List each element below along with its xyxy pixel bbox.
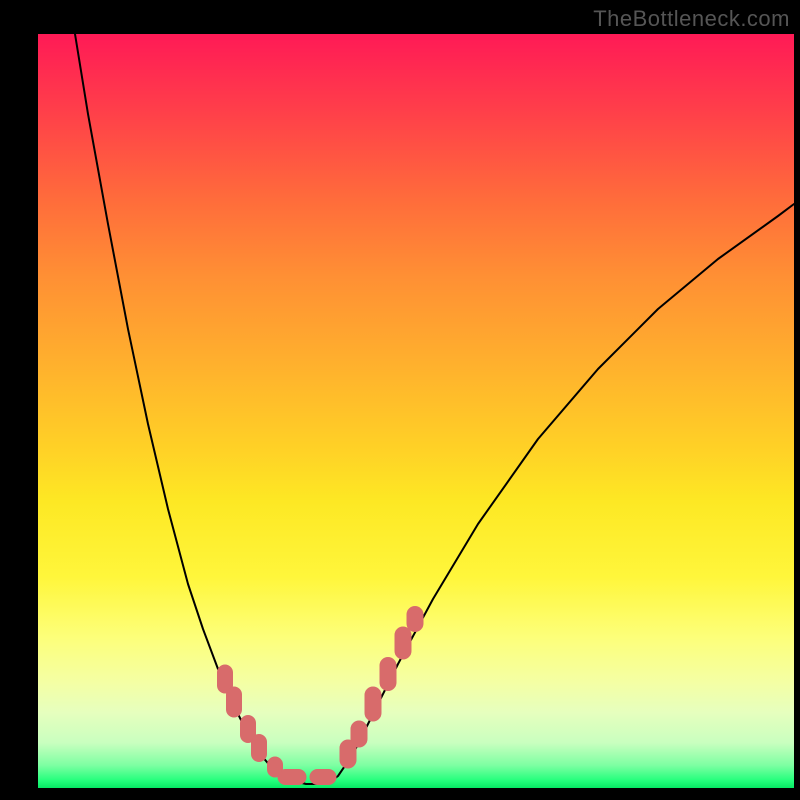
bottleneck-curve	[75, 34, 794, 784]
plot-area	[38, 34, 794, 788]
curve-marker	[351, 721, 367, 747]
chart-stage: TheBottleneck.com	[0, 0, 800, 800]
curve-marker	[395, 627, 411, 659]
chart-svg	[38, 34, 794, 788]
curve-marker	[380, 658, 396, 691]
curve-marker	[365, 687, 381, 721]
marker-layer	[218, 607, 424, 785]
curve-marker	[278, 770, 306, 785]
curve-marker	[310, 770, 336, 785]
watermark-text: TheBottleneck.com	[593, 6, 790, 32]
curve-marker	[227, 687, 242, 717]
curve-marker	[252, 735, 267, 762]
curve-marker	[407, 607, 423, 632]
